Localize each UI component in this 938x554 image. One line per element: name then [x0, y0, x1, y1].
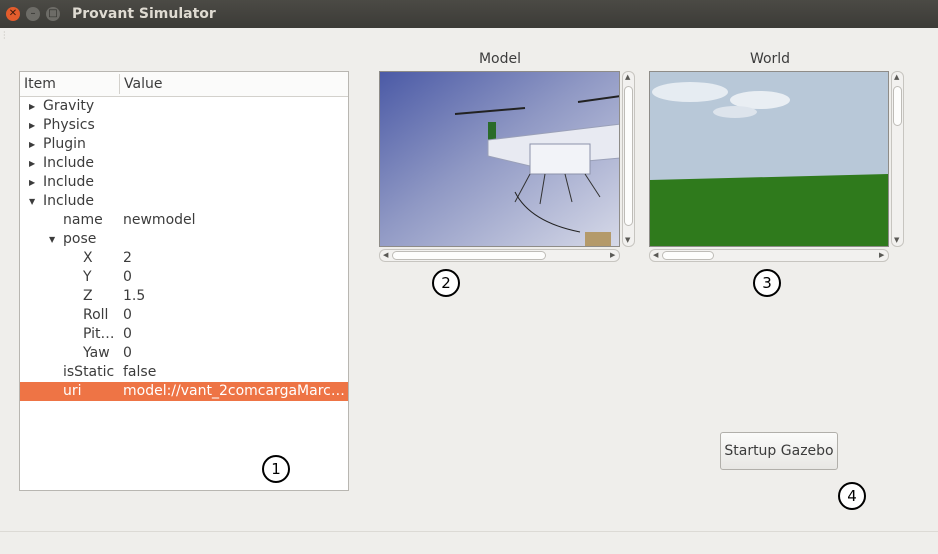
- scroll-right-icon[interactable]: ▶: [610, 251, 615, 259]
- startup-gazebo-button[interactable]: Startup Gazebo: [720, 432, 838, 470]
- tree-row-value[interactable]: 0: [123, 344, 132, 363]
- column-header-item[interactable]: Item: [24, 72, 56, 96]
- tree-row-pose[interactable]: ▼ pose: [20, 230, 348, 249]
- scroll-left-icon[interactable]: ◀: [383, 251, 388, 259]
- tree-row-gravity[interactable]: ▶ Gravity: [20, 97, 348, 116]
- world-vertical-scrollbar[interactable]: ▲ ▼: [891, 71, 904, 247]
- minimize-icon[interactable]: –: [26, 7, 40, 21]
- world-viewport[interactable]: [649, 71, 889, 247]
- window-title: Provant Simulator: [72, 6, 216, 22]
- tree-row-label: pose: [63, 231, 97, 247]
- window-titlebar: ✕ – □ Provant Simulator: [0, 0, 938, 28]
- model-horizontal-scroll-thumb[interactable]: [392, 251, 546, 260]
- model-horizontal-scrollbar[interactable]: ◀ ▶: [379, 249, 620, 262]
- tree-row-value[interactable]: newmodel: [123, 211, 196, 230]
- tree-row-label: name: [63, 212, 103, 228]
- world-vertical-scroll-thumb[interactable]: [893, 86, 902, 126]
- annotation-3: 3: [753, 269, 781, 297]
- tree-row-label: uri: [63, 383, 82, 399]
- annotation-2: 2: [432, 269, 460, 297]
- tree-row-name[interactable]: name newmodel: [20, 211, 348, 230]
- tree-row-label: Physics: [43, 117, 95, 133]
- model-vertical-scroll-thumb[interactable]: [624, 86, 633, 226]
- quadrotor-model-render: [380, 72, 619, 246]
- world-scene-render: [650, 72, 888, 246]
- tree-header: Item Value: [20, 72, 348, 97]
- tree-row-value[interactable]: 0: [123, 268, 132, 287]
- tree-row-z[interactable]: Z 1.5: [20, 287, 348, 306]
- tree-row-label: Plugin: [43, 136, 86, 152]
- scroll-up-icon[interactable]: ▲: [625, 73, 630, 81]
- tree-row-include-2[interactable]: ▶ Include: [20, 173, 348, 192]
- tree-row-label: Gravity: [43, 98, 95, 114]
- tree-row-value[interactable]: 0: [123, 325, 132, 344]
- expand-arrow-icon[interactable]: ▶: [29, 116, 35, 135]
- column-header-value[interactable]: Value: [124, 72, 162, 96]
- tree-row-label: Include: [43, 193, 94, 209]
- tree-row-label: Include: [43, 155, 94, 171]
- tree-row-label: Pit…: [83, 326, 115, 342]
- tree-row-isstatic[interactable]: isStatic false: [20, 363, 348, 382]
- tree-row-x[interactable]: X 2: [20, 249, 348, 268]
- property-tree[interactable]: Item Value ▶ Gravity ▶ Physics ▶ Plugin …: [19, 71, 349, 491]
- tree-row-label: isStatic: [63, 364, 115, 380]
- tree-row-y[interactable]: Y 0: [20, 268, 348, 287]
- world-horizontal-scrollbar[interactable]: ◀ ▶: [649, 249, 889, 262]
- tree-row-value[interactable]: model://vant_2comcargaMarc…: [123, 382, 345, 401]
- expand-arrow-icon[interactable]: ▶: [29, 97, 35, 116]
- expand-arrow-icon[interactable]: ▶: [29, 154, 35, 173]
- tree-row-value[interactable]: 0: [123, 306, 132, 325]
- tree-row-value[interactable]: 1.5: [123, 287, 145, 306]
- header-divider[interactable]: [119, 74, 120, 94]
- tree-row-label: Yaw: [83, 345, 110, 361]
- status-bar: [0, 531, 938, 554]
- tree-row-roll[interactable]: Roll 0: [20, 306, 348, 325]
- collapse-arrow-icon[interactable]: ▼: [29, 192, 35, 211]
- maximize-icon[interactable]: □: [46, 7, 60, 21]
- scroll-left-icon[interactable]: ◀: [653, 251, 658, 259]
- expand-arrow-icon[interactable]: ▶: [29, 135, 35, 154]
- tree-row-label: Y: [83, 269, 92, 285]
- world-horizontal-scroll-thumb[interactable]: [662, 251, 714, 260]
- tree-row-pitch[interactable]: Pit… 0: [20, 325, 348, 344]
- scroll-right-icon[interactable]: ▶: [879, 251, 884, 259]
- tree-row-yaw[interactable]: Yaw 0: [20, 344, 348, 363]
- scroll-down-icon[interactable]: ▼: [894, 236, 899, 244]
- tree-row-label: Z: [83, 288, 93, 304]
- model-vertical-scrollbar[interactable]: ▲ ▼: [622, 71, 635, 247]
- world-view-title: World: [749, 51, 791, 67]
- annotation-4: 4: [838, 482, 866, 510]
- tree-row-label: Roll: [83, 307, 109, 323]
- tree-row-plugin[interactable]: ▶ Plugin: [20, 135, 348, 154]
- tree-row-label: Include: [43, 174, 94, 190]
- tree-row-label: X: [83, 250, 93, 266]
- toolbar-grip-icon[interactable]: · · ·: [3, 29, 6, 43]
- close-icon[interactable]: ✕: [6, 7, 20, 21]
- annotation-1: 1: [262, 455, 290, 483]
- tree-row-physics[interactable]: ▶ Physics: [20, 116, 348, 135]
- scroll-up-icon[interactable]: ▲: [894, 73, 899, 81]
- tree-row-value[interactable]: 2: [123, 249, 132, 268]
- tree-row-value[interactable]: false: [123, 363, 156, 382]
- expand-arrow-icon[interactable]: ▶: [29, 173, 35, 192]
- tree-row-include-3[interactable]: ▼ Include: [20, 192, 348, 211]
- scroll-down-icon[interactable]: ▼: [625, 236, 630, 244]
- collapse-arrow-icon[interactable]: ▼: [49, 230, 55, 249]
- model-viewport[interactable]: [379, 71, 620, 247]
- tree-row-uri[interactable]: uri model://vant_2comcargaMarc…: [20, 382, 348, 401]
- tree-row-include-1[interactable]: ▶ Include: [20, 154, 348, 173]
- model-view-title: Model: [478, 51, 522, 67]
